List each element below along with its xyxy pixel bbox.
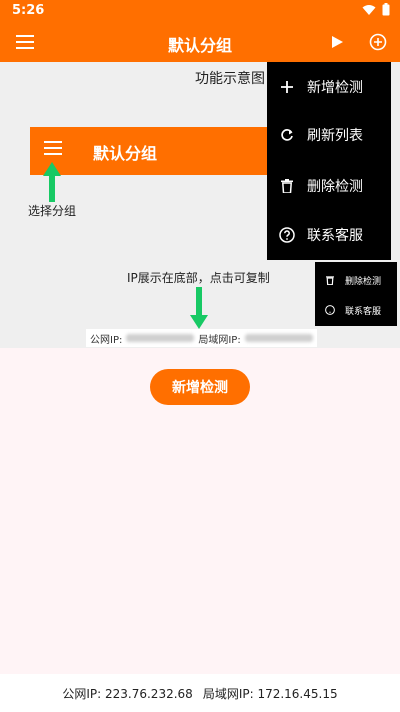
add-circle-button[interactable] [366,30,390,54]
battery-icon [382,3,390,16]
refresh-icon [281,129,293,141]
arrow-up-icon [43,162,61,202]
main-content: 新增检测 [0,348,400,674]
mini-menu-item-support: 联系客服 [315,294,397,326]
mini-menu-illustration: 删除检测 联系客服 [315,262,397,326]
demo-title: 默认分组 [93,144,158,163]
status-time: 5:26 [12,3,45,18]
menu-item-add[interactable]: 新增检测 [267,62,391,112]
add-detection-button[interactable]: 新增检测 [150,369,250,405]
mini-menu-label: 联系客服 [345,306,382,317]
menu-item-label: 联系客服 [307,228,363,244]
plus-icon [281,81,293,93]
trash-icon [326,276,334,285]
demo-public-ip-label: 公网IP: [90,334,123,346]
menu-item-label: 刷新列表 [307,128,363,144]
mini-menu-label: 删除检测 [345,276,382,287]
menu-item-delete[interactable]: 删除检测 [267,161,391,211]
menu-item-refresh[interactable]: 刷新列表 [267,110,391,160]
menu-item-label: 新增检测 [307,80,363,96]
select-group-label: 选择分组 [28,204,77,218]
status-bar: 5:26 [0,0,400,22]
play-icon [332,36,343,48]
blurred-value [244,334,313,342]
help-icon [325,305,335,315]
trash-icon [281,179,293,193]
add-circle-icon [369,33,387,51]
blurred-value [126,334,195,342]
demo-app-bar: 默认分组 [30,127,280,175]
app-bar: 默认分组 [0,22,400,62]
lan-ip[interactable]: 局域网IP: 172.16.45.15 [203,685,338,702]
ip-tip-label: IP展示在底部，点击可复制 [127,271,270,285]
overflow-menu: 新增检测 刷新列表 删除检测 联系客服 [267,62,391,260]
status-icons [362,3,390,16]
demo-ip-line: 公网IP: 局域网IP: [86,329,317,347]
demo-lan-ip-label: 局域网IP: [198,334,241,346]
menu-item-support[interactable]: 联系客服 [267,210,391,260]
public-ip[interactable]: 公网IP: 223.76.232.68 [62,685,192,702]
play-button[interactable] [325,30,349,54]
wifi-icon [362,4,376,15]
mini-menu-item-delete: 删除检测 [315,264,397,296]
menu-item-label: 删除检测 [307,179,363,195]
help-icon [279,227,295,243]
ip-footer[interactable]: 公网IP: 223.76.232.68 局域网IP: 172.16.45.15 [0,674,400,712]
demo-hamburger-icon [44,141,62,155]
arrow-down-icon [190,287,208,329]
